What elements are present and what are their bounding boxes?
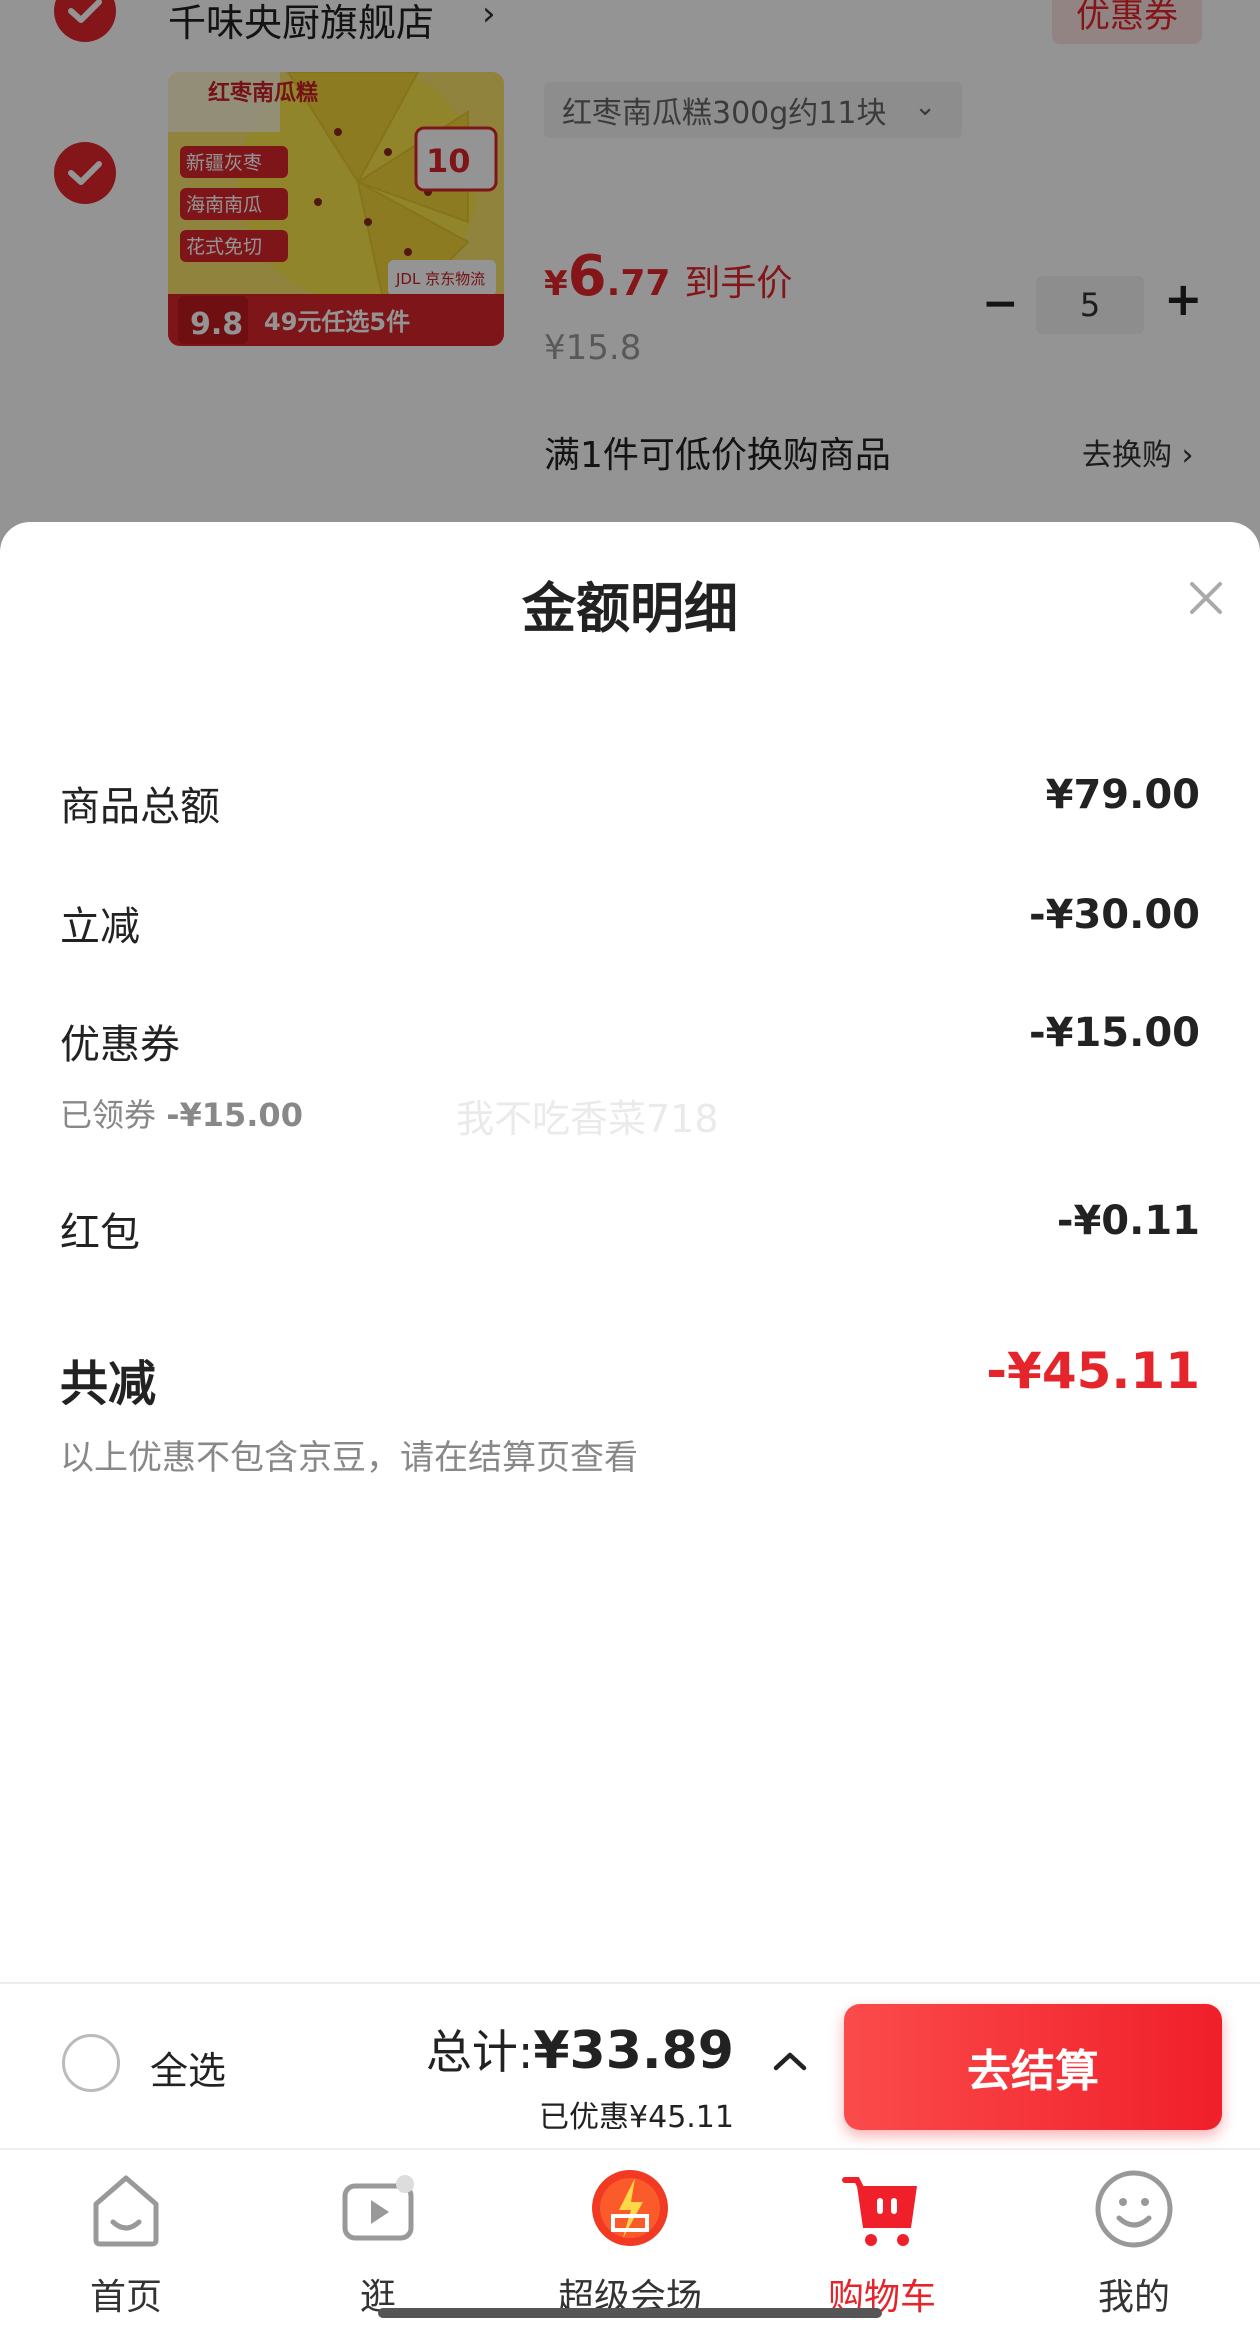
total-discount-value: -¥45.11 — [986, 1342, 1200, 1400]
row-label-red-packet: 红包 — [60, 1210, 140, 1256]
saved-amount: 已优惠¥45.11 — [539, 2100, 734, 2135]
cart-icon — [842, 2177, 917, 2246]
checkout-button[interactable]: 去结算 — [844, 2004, 1222, 2130]
video-play-icon — [342, 2175, 414, 2241]
home-indicator — [378, 2308, 882, 2318]
tab-label-home: 首页 — [89, 2277, 162, 2318]
sheet-title: 金额明细 — [522, 577, 738, 640]
select-all-checkbox[interactable] — [62, 2034, 120, 2092]
tab-browse[interactable]: 逛 — [268, 2164, 488, 2318]
checkout-bar: 全选 总计:¥33.89 已优惠¥45.11 去结算 — [0, 1982, 1260, 2150]
watermark: 我不吃香菜718 — [456, 1097, 719, 1141]
close-icon[interactable] — [1186, 578, 1226, 618]
tab-home[interactable]: 首页 — [16, 2164, 236, 2318]
row-label-subtotal: 商品总额 — [60, 784, 220, 830]
tab-profile[interactable]: 我的 — [1024, 2164, 1244, 2318]
home-icon — [93, 2175, 159, 2247]
amount-detail-sheet: 金额明细 商品总额 ¥79.00 立减 -¥30.00 优惠券 -¥15.00 … — [0, 522, 1260, 1982]
row-label-instant-discount: 立减 — [60, 904, 140, 950]
chevron-up-icon[interactable] — [772, 2048, 808, 2072]
discount-footnote: 以上优惠不包含京豆，请在结算页查看 — [60, 1438, 638, 1478]
total-price: 总计:¥33.89 — [426, 2016, 734, 2082]
tab-label-profile: 我的 — [1097, 2277, 1170, 2318]
total-amount: ¥33.89 — [533, 2021, 734, 2081]
total-key: 总计: — [425, 2025, 534, 2079]
row-value-coupon: -¥15.00 — [1029, 1010, 1200, 1056]
coupon-sub-value: -¥15.00 — [166, 1096, 303, 1134]
tab-super-venue[interactable]: 超级会场 — [520, 2164, 740, 2318]
tab-cart[interactable]: 购物车 — [772, 2164, 992, 2318]
row-value-subtotal: ¥79.00 — [1045, 772, 1200, 818]
row-value-red-packet: -¥0.11 — [1056, 1198, 1200, 1244]
row-value-instant-discount: -¥30.00 — [1029, 892, 1200, 938]
coupon-sub-label: 已领券 — [60, 1096, 157, 1134]
select-all-label[interactable]: 全选 — [150, 2040, 226, 2095]
coupon-sub-note: 已领券 -¥15.00 — [60, 1090, 303, 1136]
row-label-coupon: 优惠券 — [60, 1022, 180, 1068]
total-discount-label: 共减 — [60, 1356, 157, 1412]
bottom-tab-bar: 首页 逛 超级会场 购物车 我的 — [0, 2148, 1260, 2327]
super-venue-icon — [592, 2170, 668, 2246]
smiley-profile-icon — [1095, 2170, 1173, 2248]
modal-overlay[interactable] — [0, 0, 1260, 560]
